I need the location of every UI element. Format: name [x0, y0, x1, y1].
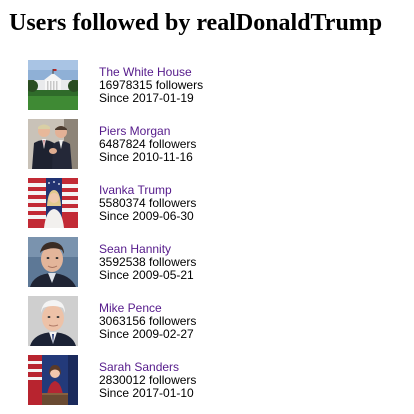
list-item: Piers Morgan 6487824 followers Since 201…: [28, 119, 398, 178]
user-list: The White House 16978315 followers Since…: [28, 60, 398, 414]
since-date: Since 2017-01-10: [99, 386, 194, 400]
woman-at-podium-photo-icon: [28, 355, 78, 405]
white-haired-man-photo-icon: [28, 296, 78, 346]
list-item: Sarah Sanders 2830012 followers Since 20…: [28, 355, 398, 414]
white-house-photo-icon: [28, 60, 78, 110]
avatar[interactable]: [28, 60, 78, 110]
since-date: Since 2009-06-30: [99, 209, 194, 223]
avatar[interactable]: [28, 296, 78, 346]
woman-with-flags-photo-icon: [28, 178, 78, 228]
avatar[interactable]: [28, 178, 78, 228]
since-date: Since 2009-05-21: [99, 268, 194, 282]
avatar[interactable]: [28, 355, 78, 405]
since-date: Since 2017-01-19: [99, 91, 194, 105]
man-portrait-photo-icon: [28, 237, 78, 287]
list-item: The White House 16978315 followers Since…: [28, 60, 398, 119]
list-item: Sean Hannity 3592538 followers Since 200…: [28, 237, 398, 296]
page-title: Users followed by realDonaldTrump: [9, 10, 383, 36]
avatar[interactable]: [28, 119, 78, 169]
list-item: Ivanka Trump 5580374 followers Since 200…: [28, 178, 398, 237]
list-item: Mike Pence 3063156 followers Since 2009-…: [28, 296, 398, 355]
since-date: Since 2009-02-27: [99, 327, 194, 341]
avatar[interactable]: [28, 237, 78, 287]
since-date: Since 2010-11-16: [99, 150, 193, 164]
two-men-handshake-photo-icon: [28, 119, 78, 169]
